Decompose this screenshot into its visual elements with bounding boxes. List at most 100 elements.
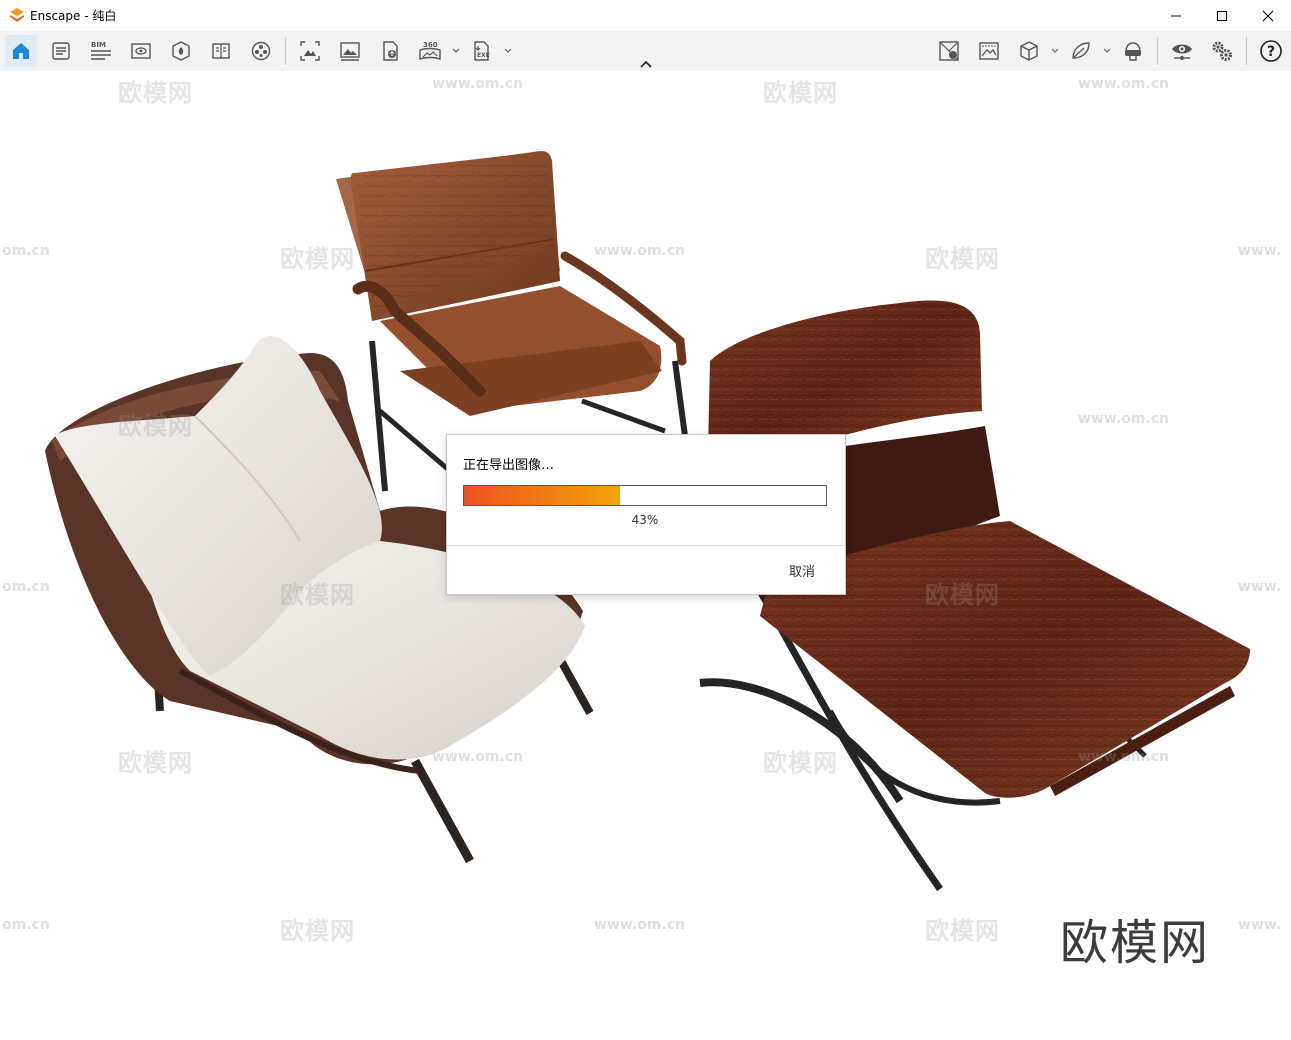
image-settings-button[interactable] <box>973 35 1005 67</box>
watermark-url: www.om.cn <box>432 76 524 92</box>
batch-render-button[interactable] <box>334 35 366 67</box>
window-titlebar: Enscape - 纯白 <box>0 0 1291 31</box>
watermark-url-prefix: www. <box>1238 917 1282 933</box>
export-progress-dialog: 正在导出图像… 43% 取消 <box>446 434 846 595</box>
title-separator: - <box>80 9 93 23</box>
screenshot-icon <box>300 41 320 61</box>
help-icon: ? <box>1260 40 1282 62</box>
watermark-url-short: om.cn <box>2 917 50 933</box>
home-button[interactable] <box>5 35 37 67</box>
book-icon <box>212 43 230 59</box>
watermark-brand: 欧模网 <box>925 245 1000 273</box>
watermark-brand: 欧模网 <box>280 581 355 609</box>
watermark-url: www.om.cn <box>1078 76 1170 92</box>
eye-button[interactable] <box>1166 35 1198 67</box>
dialog-title: 正在导出图像… <box>463 458 555 473</box>
panorama-dropdown[interactable] <box>451 43 461 59</box>
toolbar-separator <box>285 37 286 65</box>
screenshot-button[interactable] <box>294 35 326 67</box>
vr-button[interactable] <box>933 35 965 67</box>
panorama-button[interactable]: 360 <box>414 35 446 67</box>
bim-label: BIM <box>91 41 106 49</box>
progress-percent-label: 43% <box>631 513 659 527</box>
chevron-down-icon <box>452 48 460 53</box>
cube-button[interactable] <box>1013 35 1045 67</box>
watermark-url: www.om.cn <box>432 749 524 765</box>
home-icon <box>13 43 29 59</box>
settings-icon <box>1212 41 1232 61</box>
document-name: 纯白 <box>92 9 117 23</box>
watermark-url: www.om.cn <box>594 243 686 259</box>
toolbar-separator <box>1157 37 1158 65</box>
asset-library-button[interactable] <box>45 35 77 67</box>
help-label: ? <box>1267 44 1275 60</box>
headset-icon <box>1125 42 1141 61</box>
book-button[interactable] <box>205 35 237 67</box>
upload-button[interactable] <box>374 35 406 67</box>
eye-icon <box>1172 44 1192 60</box>
watermark-brand: 欧模网 <box>118 749 193 777</box>
collapse-toolbar-button[interactable] <box>636 57 656 71</box>
watermark-brand: 欧模网 <box>763 79 838 107</box>
watermark-url: www.om.cn <box>1078 749 1170 765</box>
chevron-up-icon <box>640 60 652 68</box>
window-title: Enscape - 纯白 <box>30 7 116 24</box>
view-management-button[interactable] <box>125 35 157 67</box>
upload-icon <box>383 41 398 61</box>
atmosphere-icon <box>1072 42 1090 59</box>
bim-icon: BIM <box>91 41 111 60</box>
vr-icon <box>939 41 959 61</box>
view-management-icon <box>131 43 151 59</box>
watermark-url-short: om.cn <box>2 243 50 259</box>
dialog-divider <box>447 545 845 546</box>
asset-library-icon <box>52 42 70 60</box>
watermark-url-prefix: www. <box>1238 579 1282 595</box>
export-exe-button[interactable]: EXE <box>466 35 498 67</box>
watermark-url: www.om.cn <box>594 917 686 933</box>
app-name: Enscape <box>30 9 81 23</box>
video-editor-icon <box>251 41 271 61</box>
close-icon <box>1262 10 1274 21</box>
cube-dropdown[interactable] <box>1050 43 1060 59</box>
export-exe-dropdown[interactable] <box>503 43 513 59</box>
headset-button[interactable] <box>1117 35 1149 67</box>
toolbar-separator <box>1246 37 1247 65</box>
settings-button[interactable] <box>1206 35 1238 67</box>
chevron-down-icon <box>504 48 512 53</box>
cube-icon <box>1020 41 1038 61</box>
minimize-icon <box>1171 15 1181 16</box>
enscape-logo-icon <box>10 8 24 22</box>
watermark-url-short: om.cn <box>2 579 50 595</box>
export-exe-icon: EXE <box>474 41 490 61</box>
watermark-brand: 欧模网 <box>280 917 355 945</box>
corner-brand-watermark: 欧模网 <box>1060 915 1211 971</box>
chevron-down-icon <box>1103 48 1111 53</box>
bim-button[interactable]: BIM <box>85 35 117 67</box>
watermark-url-prefix: www. <box>1238 243 1282 259</box>
panorama-icon: 360 <box>419 41 441 60</box>
close-button[interactable] <box>1245 0 1291 31</box>
material-editor-button[interactable] <box>165 35 197 67</box>
watermark-brand: 欧模网 <box>280 245 355 273</box>
watermark-brand: 欧模网 <box>118 412 193 440</box>
progress-fill <box>464 486 620 505</box>
maximize-icon <box>1217 10 1227 21</box>
chevron-down-icon <box>1051 48 1059 53</box>
watermark-brand: 欧模网 <box>925 581 1000 609</box>
minimize-button[interactable] <box>1153 0 1199 31</box>
image-settings-icon <box>979 42 999 60</box>
batch-render-icon <box>340 42 360 61</box>
watermark-url: www.om.cn <box>1078 411 1170 427</box>
material-editor-icon <box>172 41 190 61</box>
atmosphere-button[interactable] <box>1065 35 1097 67</box>
help-button[interactable]: ? <box>1255 35 1287 67</box>
maximize-button[interactable] <box>1199 0 1245 31</box>
atmosphere-dropdown[interactable] <box>1102 43 1112 59</box>
export-exe-label: EXE <box>477 52 490 59</box>
video-editor-button[interactable] <box>245 35 277 67</box>
watermark-brand: 欧模网 <box>763 749 838 777</box>
watermark-brand: 欧模网 <box>925 917 1000 945</box>
cancel-button[interactable]: 取消 <box>789 561 815 580</box>
export-progress-bar <box>463 485 827 506</box>
watermark-brand: 欧模网 <box>118 79 193 107</box>
